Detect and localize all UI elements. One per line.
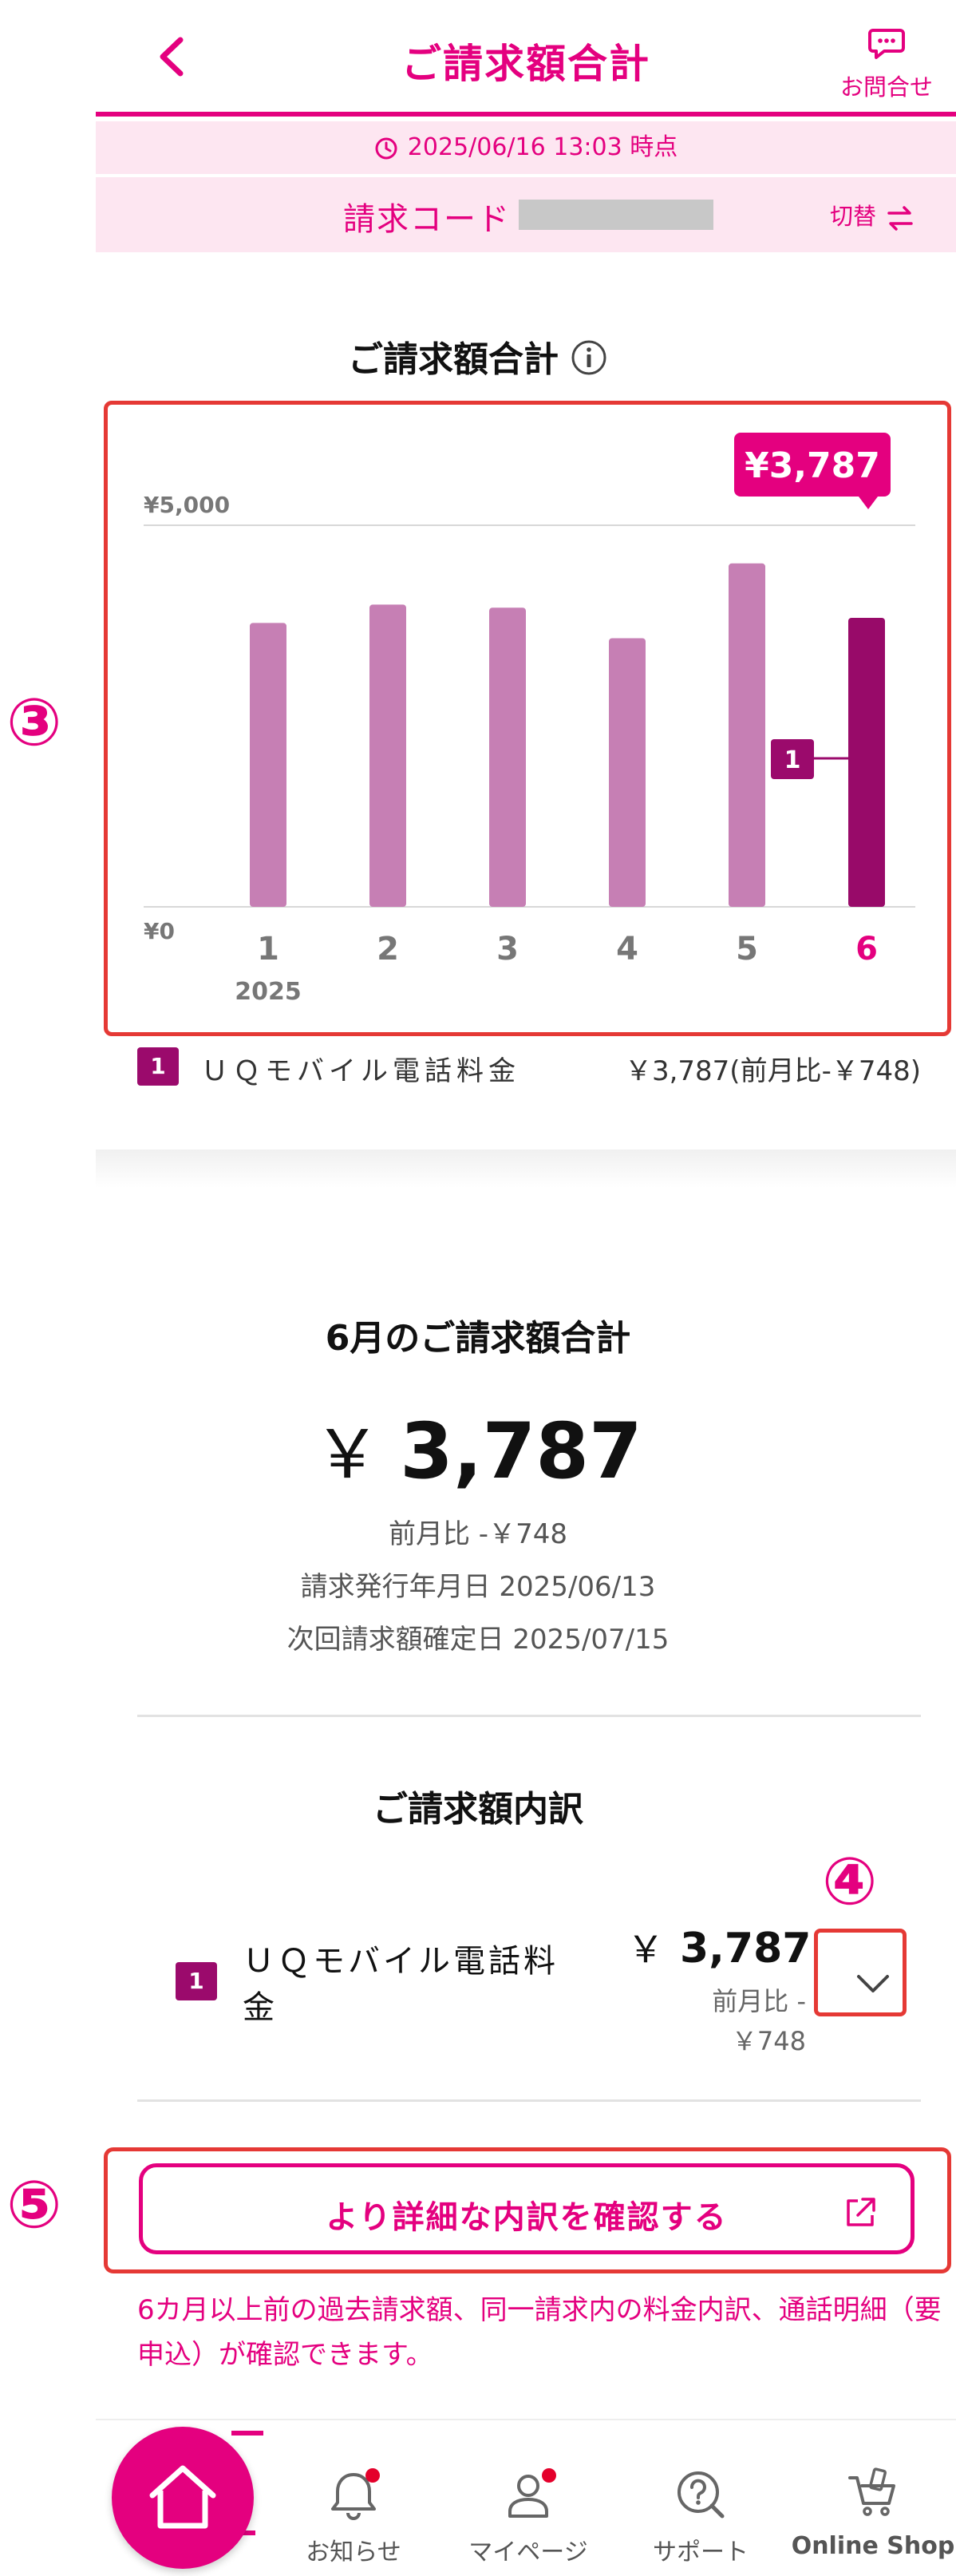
person-icon xyxy=(500,2467,556,2523)
info-icon[interactable] xyxy=(570,338,608,386)
home-button[interactable] xyxy=(112,2427,254,2569)
nav-item-support[interactable]: サポート xyxy=(621,2467,780,2567)
divider xyxy=(137,1715,921,1717)
chart-bar xyxy=(250,623,286,907)
home-icon xyxy=(149,2465,216,2529)
nav-item-mypage[interactable]: マイページ xyxy=(448,2467,608,2567)
chart-bar xyxy=(609,638,646,907)
clock-icon xyxy=(375,137,397,159)
divider xyxy=(137,2099,921,2102)
callout-number-4: ④ xyxy=(822,1844,878,1920)
card-divider-shadow xyxy=(96,1150,956,1188)
support-icon xyxy=(673,2467,729,2523)
nav-label-mypage: マイページ xyxy=(468,2538,588,2566)
chart-bar xyxy=(848,617,885,907)
switch-label: 切替 xyxy=(829,203,876,230)
chevron-down-icon xyxy=(857,1975,889,1992)
x-tick-label: 5 xyxy=(736,931,758,967)
monthly-total-title: 6月のご請求額合計 xyxy=(325,1318,631,1359)
bill-code-masked-value xyxy=(519,200,713,230)
next-confirm-date: 次回請求額確定日 2025/07/15 xyxy=(286,1624,670,1656)
monthly-total-amount: ￥ 3,787 xyxy=(0,1401,956,1498)
external-link-icon xyxy=(847,2198,875,2226)
breakdown-name: ＵＱモバイル電話料金 xyxy=(243,1943,559,2026)
legend-value: ￥3,787(前月比-￥748) xyxy=(624,1055,921,1087)
switch-button[interactable]: 切替 xyxy=(830,198,916,234)
legend-badge: 1 xyxy=(137,1047,179,1086)
swap-arrows-icon xyxy=(887,206,913,231)
x-tick-label: 2 xyxy=(377,931,399,967)
x-year-label: 2025 xyxy=(235,978,302,1006)
segment-badge-label: 1 xyxy=(784,746,801,774)
month-diff: 前月比 -￥748 xyxy=(389,1518,567,1550)
callout-number-3: ③ xyxy=(6,685,62,761)
notification-dot xyxy=(542,2468,556,2483)
callout-number-5: ⑤ xyxy=(6,2167,62,2243)
breakdown-amount-value: 3,787 xyxy=(680,1925,812,1973)
nav-item-notifications[interactable]: お知らせ xyxy=(274,2467,433,2567)
home-decoration xyxy=(231,2431,263,2436)
breakdown-diff: 前月比 -￥748 xyxy=(712,1986,806,2056)
x-tick-label: 6 xyxy=(855,931,878,967)
billing-bar-chart: ¥5,000 ¥0 1 2 3 4 5 6 2025 ¥3,787 1 xyxy=(144,433,915,1006)
timestamp-text: 2025/06/16 13:03 時点 xyxy=(407,133,678,161)
nav-item-online-shop[interactable]: Online Shop xyxy=(790,2467,956,2560)
yen-symbol: ￥ xyxy=(627,1928,664,1971)
tooltip-value: ¥3,787 xyxy=(745,445,880,486)
y-tick-label: ¥5,000 xyxy=(144,492,230,518)
chart-title: ご請求額合計 xyxy=(0,330,956,386)
contact-label: お問合せ xyxy=(839,73,933,101)
nav-label-notifications: お知らせ xyxy=(306,2538,401,2566)
page-title: ご請求額合計 xyxy=(401,41,650,87)
breakdown-title: ご請求額内訳 xyxy=(373,1789,583,1830)
chart-title-text: ご請求額合計 xyxy=(348,339,559,380)
yen-symbol: ￥ xyxy=(314,1415,381,1494)
contact-button[interactable]: お問合せ xyxy=(835,22,938,110)
nav-label-online-shop: Online Shop xyxy=(791,2532,955,2560)
breakdown-row: 1 ＵＱモバイル電話料金 ￥ 3,787 前月比 -￥748 xyxy=(176,1921,910,2056)
y-tick-label: ¥0 xyxy=(144,918,175,944)
amount-value: 3,787 xyxy=(400,1407,642,1496)
chart-legend: 1 ＵＱモバイル電話料金 ￥3,787(前月比-￥748) xyxy=(137,1043,921,1090)
app-header: ご請求額合計 お問合せ xyxy=(96,0,956,117)
bill-code-bar: 請求コード 切替 xyxy=(96,177,956,252)
x-tick-label: 4 xyxy=(616,931,638,967)
chart-bar xyxy=(369,604,406,907)
timestamp-bar: 2025/06/16 13:03 時点 xyxy=(96,121,956,174)
issue-date: 請求発行年月日 2025/06/13 xyxy=(300,1571,656,1603)
billing-summary-page: ご請求額合計 お問合せ 2025/06/16 13:03 時点 請求コード 切替 xyxy=(0,0,956,2576)
x-tick-label: 3 xyxy=(496,931,519,967)
chat-bubble-icon xyxy=(868,29,905,59)
nav-label-support: サポート xyxy=(653,2538,749,2566)
breakdown-badge: 1 xyxy=(176,1962,217,2000)
detail-breakdown-button[interactable]: より詳細な内訳を確認する xyxy=(139,2163,915,2254)
detail-button-label: より詳細な内訳を確認する xyxy=(326,2199,728,2236)
legend-name: ＵＱモバイル電話料金 xyxy=(201,1055,520,1087)
breakdown-amount: ￥ 3,787 xyxy=(627,1921,811,1973)
detail-note: 6カ月以上前の過去請求額、同一請求内の料金内訳、通話明細（要申込）が確認できます… xyxy=(137,2294,942,2371)
chart-bar xyxy=(729,563,765,907)
notification-dot xyxy=(365,2468,380,2483)
expand-button[interactable] xyxy=(844,1954,902,2012)
cart-icon xyxy=(845,2467,901,2523)
bottom-navigation: お知らせ マイページ サポート Online Shop xyxy=(0,2419,956,2576)
tooltip-pointer xyxy=(859,497,878,509)
chart-bar xyxy=(489,607,526,907)
bill-code-label: 請求コード xyxy=(343,201,511,238)
bell-icon xyxy=(326,2467,381,2523)
x-tick-label: 1 xyxy=(257,931,279,967)
